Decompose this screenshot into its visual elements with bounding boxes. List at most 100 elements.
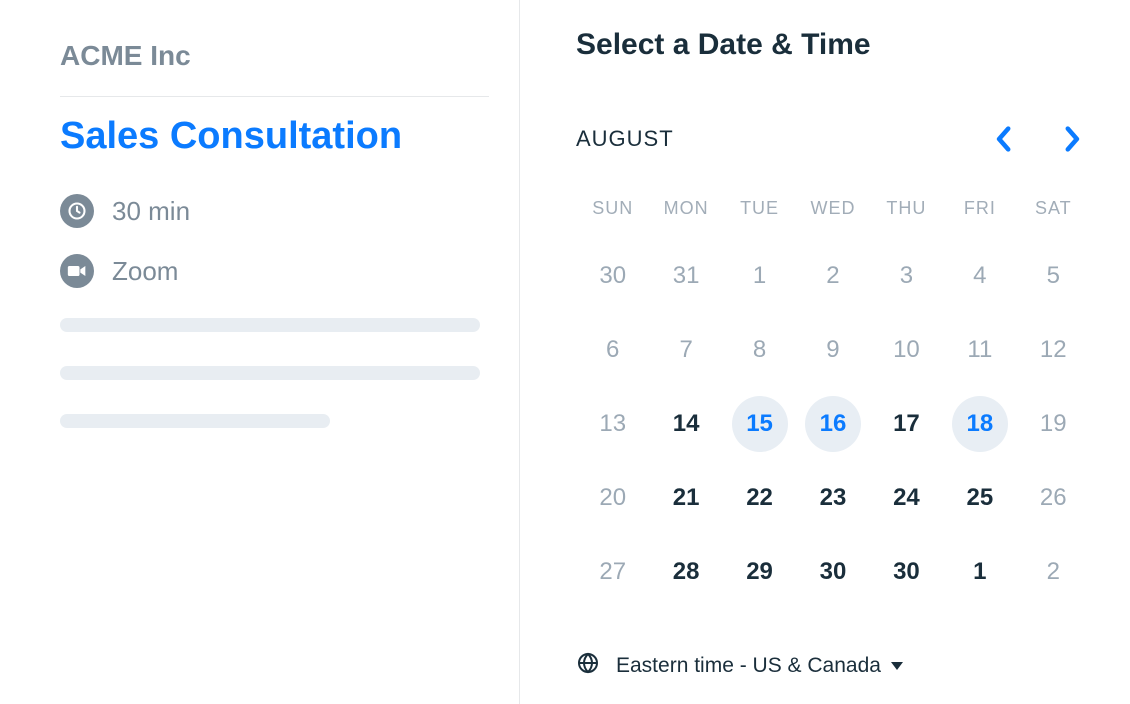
day-of-week-header: TUE (723, 198, 796, 239)
calendar-day-disabled: 1 (732, 248, 788, 304)
day-cell: 7 (649, 313, 722, 387)
event-title: Sales Consultation (60, 115, 489, 158)
chevron-right-icon (1064, 126, 1082, 152)
day-cell: 30 (870, 535, 943, 609)
day-of-week-header: SAT (1017, 198, 1090, 239)
page-title: Select a Date & Time (576, 28, 1090, 62)
day-cell: 6 (576, 313, 649, 387)
calendar-day[interactable]: 30 (805, 544, 861, 600)
calendar-day-available[interactable]: 18 (952, 396, 1008, 452)
calendar-day-disabled: 27 (585, 544, 641, 600)
calendar-day[interactable]: 24 (878, 470, 934, 526)
day-cell: 8 (723, 313, 796, 387)
day-of-week-header: FRI (943, 198, 1016, 239)
calendar-day-disabled: 19 (1025, 396, 1081, 452)
calendar-day[interactable]: 25 (952, 470, 1008, 526)
calendar-day-disabled: 13 (585, 396, 641, 452)
calendar-day[interactable]: 23 (805, 470, 861, 526)
placeholder-line (60, 414, 330, 428)
calendar-day-disabled: 11 (952, 322, 1008, 378)
day-cell: 31 (649, 239, 722, 313)
calendar-day-disabled: 12 (1025, 322, 1081, 378)
day-cell: 30 (796, 535, 869, 609)
day-cell: 19 (1017, 387, 1090, 461)
calendar-day[interactable]: 21 (658, 470, 714, 526)
day-cell: 2 (1017, 535, 1090, 609)
day-cell: 21 (649, 461, 722, 535)
day-cell: 1 (943, 535, 1016, 609)
month-label: AUGUST (576, 126, 674, 152)
day-of-week-header: WED (796, 198, 869, 239)
calendar-day[interactable]: 1 (952, 544, 1008, 600)
calendar-day-disabled: 4 (952, 248, 1008, 304)
company-name: ACME Inc (60, 40, 489, 97)
calendar-day-disabled: 20 (585, 470, 641, 526)
calendar-grid: SUNMONTUEWEDTHUFRISAT3031123456789101112… (576, 198, 1090, 609)
day-cell: 27 (576, 535, 649, 609)
placeholder-line (60, 318, 480, 332)
month-navigation: AUGUST (576, 122, 1090, 156)
duration-text: 30 min (112, 196, 190, 227)
next-month-button[interactable] (1060, 122, 1086, 156)
day-cell: 14 (649, 387, 722, 461)
prev-month-button[interactable] (990, 122, 1016, 156)
day-cell: 5 (1017, 239, 1090, 313)
placeholder-line (60, 366, 480, 380)
calendar-day-disabled: 30 (585, 248, 641, 304)
day-cell: 26 (1017, 461, 1090, 535)
timezone-row: Eastern time - US & Canada (576, 651, 1090, 680)
day-cell: 4 (943, 239, 1016, 313)
day-cell: 22 (723, 461, 796, 535)
calendar-day-disabled: 8 (732, 322, 788, 378)
timezone-selector[interactable]: Eastern time - US & Canada (616, 654, 903, 678)
event-details-panel: ACME Inc Sales Consultation 30 min Zoom (0, 0, 520, 704)
calendar-day-disabled: 6 (585, 322, 641, 378)
calendar-day-disabled: 26 (1025, 470, 1081, 526)
day-cell: 29 (723, 535, 796, 609)
day-cell: 12 (1017, 313, 1090, 387)
day-cell: 24 (870, 461, 943, 535)
location-text: Zoom (112, 256, 178, 287)
day-cell: 25 (943, 461, 1016, 535)
day-of-week-header: SUN (576, 198, 649, 239)
description-placeholder (60, 318, 489, 428)
day-cell: 17 (870, 387, 943, 461)
globe-icon (576, 651, 600, 680)
clock-icon (60, 194, 94, 228)
day-cell: 20 (576, 461, 649, 535)
calendar-day[interactable]: 17 (878, 396, 934, 452)
duration-row: 30 min (60, 194, 489, 228)
calendar-day-disabled: 9 (805, 322, 861, 378)
day-cell: 10 (870, 313, 943, 387)
day-cell: 15 (723, 387, 796, 461)
calendar-day-disabled: 5 (1025, 248, 1081, 304)
day-of-week-header: THU (870, 198, 943, 239)
day-cell: 28 (649, 535, 722, 609)
day-of-week-header: MON (649, 198, 722, 239)
day-cell: 9 (796, 313, 869, 387)
day-cell: 2 (796, 239, 869, 313)
calendar-day-disabled: 3 (878, 248, 934, 304)
day-cell: 18 (943, 387, 1016, 461)
date-picker-panel: Select a Date & Time AUGUST SUNMONTUEWED… (520, 0, 1130, 704)
timezone-label: Eastern time - US & Canada (616, 654, 881, 678)
calendar-day[interactable]: 22 (732, 470, 788, 526)
calendar-day-disabled: 2 (805, 248, 861, 304)
calendar-day-disabled: 2 (1025, 544, 1081, 600)
day-cell: 11 (943, 313, 1016, 387)
day-cell: 1 (723, 239, 796, 313)
day-cell: 30 (576, 239, 649, 313)
calendar-day-available[interactable]: 16 (805, 396, 861, 452)
day-cell: 23 (796, 461, 869, 535)
day-cell: 16 (796, 387, 869, 461)
caret-down-icon (891, 662, 903, 670)
calendar-day[interactable]: 28 (658, 544, 714, 600)
calendar-day[interactable]: 30 (878, 544, 934, 600)
calendar-day[interactable]: 14 (658, 396, 714, 452)
calendar-day-disabled: 31 (658, 248, 714, 304)
calendar-day[interactable]: 29 (732, 544, 788, 600)
day-cell: 3 (870, 239, 943, 313)
video-icon (60, 254, 94, 288)
calendar-day-available[interactable]: 15 (732, 396, 788, 452)
calendar-day-disabled: 10 (878, 322, 934, 378)
